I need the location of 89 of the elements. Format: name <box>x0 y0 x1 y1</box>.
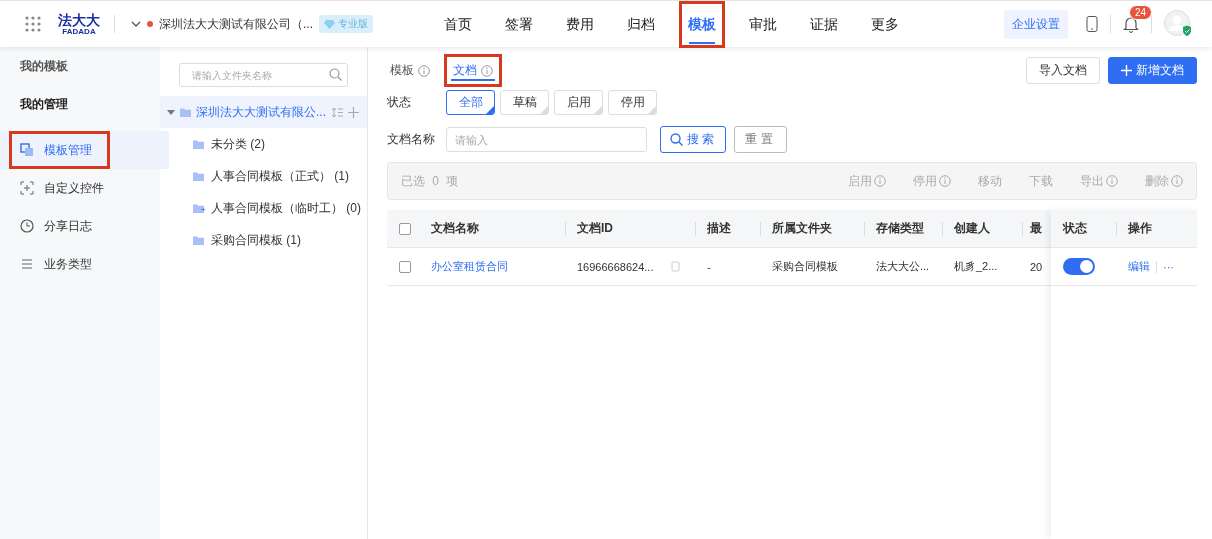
filter-label: 状态 <box>387 94 412 111</box>
import-document-button[interactable]: 导入文档 <box>1026 57 1100 84</box>
sidebar-item[interactable]: 自定义控件 <box>0 169 160 207</box>
clock-icon <box>20 219 34 233</box>
nav-tab[interactable]: 更多 <box>862 0 908 48</box>
list-icon <box>20 257 34 271</box>
nav-tab[interactable]: 首页 <box>435 0 481 48</box>
diamond-icon <box>324 19 335 29</box>
document-name-link[interactable]: 办公室租赁合同 <box>431 259 508 274</box>
table-cell: 机豸_2... <box>954 259 998 274</box>
status-toggle[interactable] <box>1063 258 1095 275</box>
column-header: 文档名称 <box>431 220 479 237</box>
sidebar-item[interactable]: 分享日志 <box>0 207 160 245</box>
logo-text: 法大大 <box>58 12 100 27</box>
column-header: 最 <box>1030 220 1042 237</box>
folder-tree-item[interactable]: 采购合同模板 (1) <box>160 224 367 256</box>
chevron-down-icon <box>131 19 141 29</box>
edit-link[interactable]: 编辑 <box>1128 259 1150 274</box>
selection-count: 已选 0 项 <box>401 172 459 190</box>
column-header: 操作 <box>1128 220 1152 237</box>
info-icon <box>1106 175 1118 187</box>
sidebar-heading: 我的模板 <box>19 58 69 75</box>
folder-icon <box>193 139 205 149</box>
table-cell: 采购合同模板 <box>772 259 838 274</box>
folder-tree-item[interactable]: 人事合同模板（正式） (1) <box>160 160 367 192</box>
table-cell: 20 <box>1030 260 1043 273</box>
info-icon <box>939 175 951 187</box>
column-header: 所属文件夹 <box>772 220 832 237</box>
info-icon <box>481 64 493 77</box>
search-icon <box>329 68 342 81</box>
reset-button[interactable]: 重置 <box>734 126 787 153</box>
nav-tab[interactable]: 费用 <box>557 0 603 48</box>
column-header: 状态 <box>1063 220 1087 237</box>
table-cell: - <box>707 260 711 273</box>
control-icon <box>20 181 34 195</box>
shared-folder-icon <box>193 203 205 213</box>
nav-tab[interactable]: 签署 <box>496 0 542 48</box>
nav-tab[interactable]: 证据 <box>801 0 847 48</box>
caret-down-icon <box>167 108 175 116</box>
copy-icon <box>671 261 681 272</box>
plus-icon <box>348 106 359 118</box>
notification-count: 24 <box>1129 4 1153 20</box>
table-cell: 法大大公... <box>876 259 930 274</box>
plus-icon <box>1121 65 1132 76</box>
sort-icon <box>331 106 343 118</box>
sidebar-heading: 我的管理 <box>19 96 69 113</box>
status-filter-chip[interactable]: 全部 <box>446 90 495 115</box>
apps-grid-icon <box>24 15 42 33</box>
filter-label: 文档名称 <box>387 131 436 148</box>
search-icon <box>669 133 683 146</box>
more-link[interactable]: ··· <box>1163 260 1174 273</box>
enterprise-settings-button[interactable]: 企业设置 <box>1004 9 1068 39</box>
folder-icon <box>193 235 205 245</box>
avatar-icon <box>1164 10 1192 38</box>
status-filter-chip[interactable]: 停用 <box>608 90 657 115</box>
status-dot-icon <box>147 21 153 27</box>
column-header: 创建人 <box>954 220 990 237</box>
template-icon <box>20 143 34 157</box>
edition-badge: 专业版 <box>319 15 373 33</box>
checkbox[interactable] <box>399 222 411 235</box>
company-selector[interactable]: 深圳法大大测试有限公司（... <box>159 15 313 33</box>
search-button[interactable]: 搜索 <box>660 126 726 153</box>
logo-subtitle: FADADA <box>62 27 96 36</box>
new-document-button[interactable]: 新增文档 <box>1108 57 1197 84</box>
status-filter-chip[interactable]: 启用 <box>554 90 603 115</box>
document-name-field[interactable]: 请输入 <box>446 127 647 152</box>
folder-tree-item[interactable]: 未分类 (2) <box>160 128 367 160</box>
column-header: 描述 <box>707 220 731 237</box>
folder-search-field[interactable]: 请输入文件夹名称 <box>179 63 348 87</box>
column-header: 文档ID <box>577 220 613 237</box>
checkbox[interactable] <box>399 260 411 273</box>
folder-tree-item[interactable]: 深圳法大大测试有限公... <box>160 96 367 128</box>
info-icon <box>874 175 886 187</box>
folder-icon <box>193 171 205 181</box>
bell-icon <box>1123 15 1139 33</box>
sidebar-item[interactable]: 业务类型 <box>0 245 160 283</box>
info-icon <box>1171 175 1183 187</box>
info-icon <box>418 64 430 77</box>
phone-icon <box>1086 16 1098 32</box>
column-header: 存储类型 <box>876 220 924 237</box>
folder-icon <box>180 107 191 117</box>
nav-tab[interactable]: 模板 <box>679 0 725 48</box>
nav-tab[interactable]: 归档 <box>618 0 664 48</box>
tab[interactable]: 文档 <box>447 57 499 84</box>
folder-tree-item[interactable]: 人事合同模板（临时工） (0) <box>160 192 367 224</box>
tab[interactable]: 模板 <box>387 57 433 84</box>
table-cell: 16966668624... <box>577 260 654 273</box>
nav-tab[interactable]: 审批 <box>740 0 786 48</box>
status-filter-chip[interactable]: 草稿 <box>500 90 549 115</box>
